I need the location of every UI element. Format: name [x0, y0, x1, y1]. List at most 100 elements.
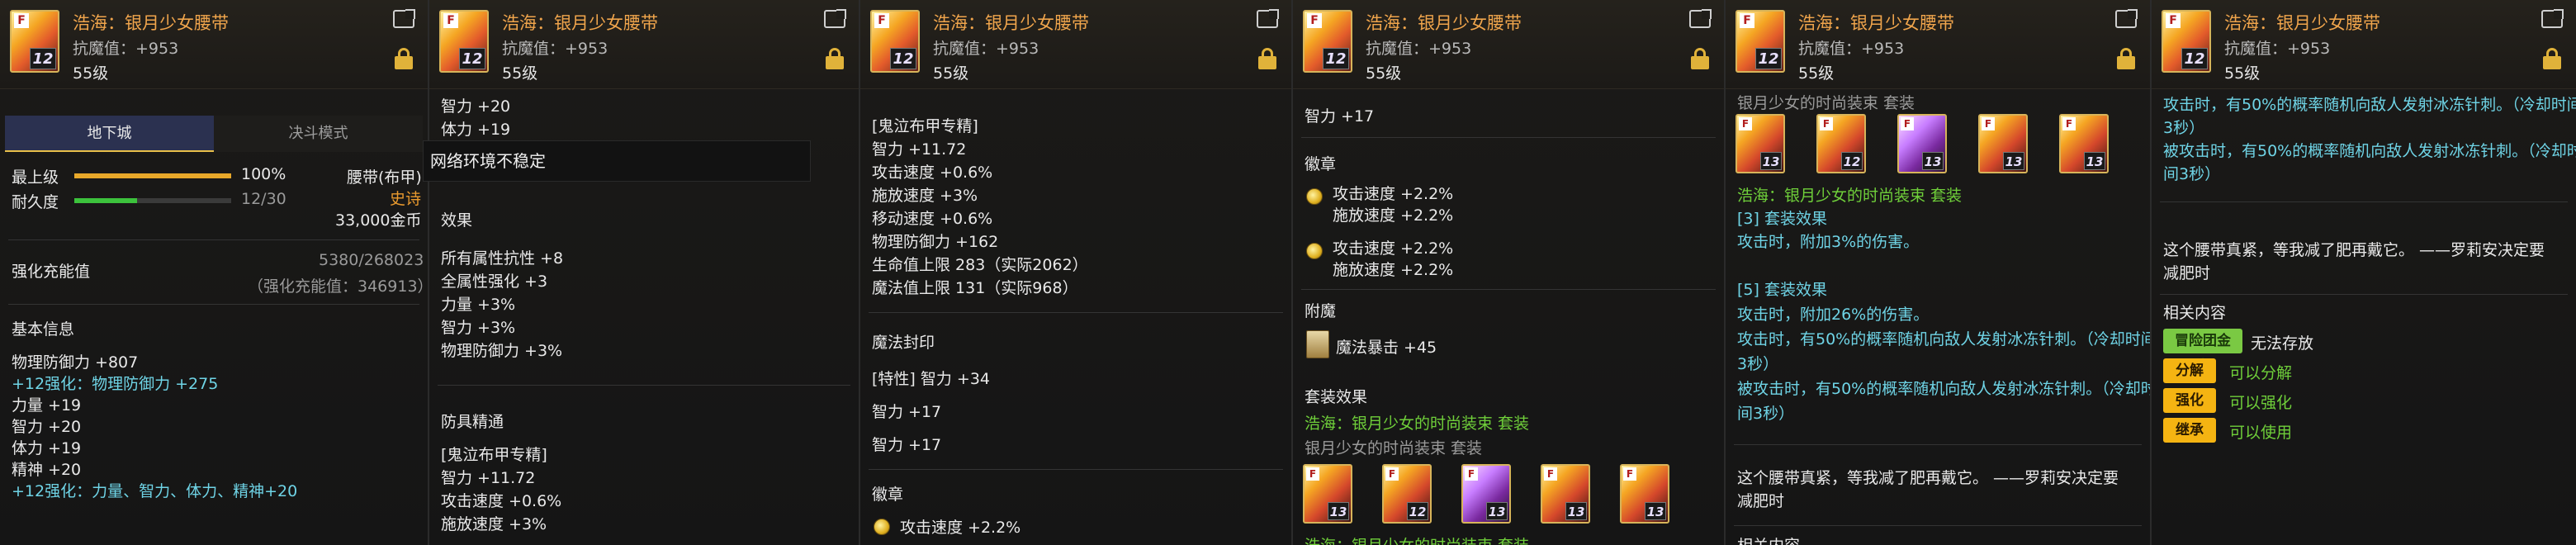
item-level: 55级 [933, 64, 969, 83]
lock-icon[interactable] [1258, 48, 1276, 69]
magic-seal-label: 魔法封印 [872, 334, 935, 352]
mode-tabs: 地下城 决斗模式 [5, 116, 423, 152]
emblem-label: 徽章 [1305, 155, 1337, 173]
fame-badge-icon: F [14, 13, 29, 28]
fame-badge-icon: F [1739, 117, 1752, 130]
set5-line: 3秒） [1737, 355, 1779, 373]
set-item-icon[interactable]: F 12 [1816, 114, 1866, 173]
related-tag[interactable]: 继承 [2163, 418, 2216, 443]
set-item-icon[interactable]: F 12 [1382, 464, 1432, 524]
fame-badge-icon: F [2062, 117, 2076, 130]
set-subname: 银月少女的时尚装束 套装 [1305, 439, 1483, 457]
mastery-line: 魔法值上限 131（实际968） [872, 279, 1078, 297]
tooltip-panel-3: F 12 浩海：银月少女腰带 抗魔值：+953 55级 [鬼泣布甲专精] 智力 +… [860, 0, 1293, 545]
emblem-stat: 施放速度 +2.2% [1333, 261, 1454, 279]
related-status: 可以分解 [2229, 364, 2293, 382]
flavor-text: 这个腰带真紧，等我减了肥再戴它。 ——罗莉安决定要 [2163, 241, 2545, 259]
related-tag[interactable]: 冒险团金库 [2163, 329, 2242, 374]
emblem-icon [874, 519, 890, 535]
set-item-icon[interactable]: F 13 [1620, 464, 1669, 524]
item-level: 55级 [502, 64, 538, 83]
related-label: 相关内容 [2163, 304, 2227, 322]
set-name: 浩海：银月少女的时尚装束 套装 [1305, 533, 1529, 545]
share-icon[interactable] [1689, 10, 1711, 28]
divider [2160, 294, 2568, 295]
item-name: 浩海：银月少女腰带 [1366, 13, 1522, 33]
related-status: 无法存放 [2251, 334, 2314, 353]
mastery-line: [鬼泣布甲专精] [441, 446, 547, 464]
item-name: 浩海：银月少女腰带 [933, 13, 1089, 33]
panel-body: [鬼泣布甲专精] 智力 +11.72 攻击速度 +0.6% 施放速度 +3% 移动速度 … [860, 89, 1291, 545]
mastery-line: 移动速度 +0.6% [872, 210, 993, 228]
item-level-badge: 12 [1407, 502, 1428, 520]
max-level-label: 最上级 [12, 168, 59, 187]
set-item-icon[interactable]: F 13 [1541, 464, 1590, 524]
tab-pvp[interactable]: 决斗模式 [214, 116, 423, 152]
basic-info-line: 物理防御力 +807 [12, 353, 139, 372]
stat-line: 智力 +17 [1305, 107, 1375, 126]
set-item-icon[interactable]: F 13 [1461, 464, 1511, 524]
fame-badge-icon: F [874, 13, 889, 28]
share-icon[interactable] [824, 10, 845, 28]
item-level-badge: 12 [1841, 152, 1863, 170]
flavor-text: 这个腰带真紧，等我减了肥再戴它。 ——罗莉安决定要 [1737, 469, 2119, 487]
item-level: 55级 [73, 64, 109, 83]
effect-line: 所有属性抗性 +8 [441, 249, 564, 268]
mastery-line: 施放速度 +3% [872, 187, 978, 205]
set-item-icon[interactable]: F 13 [1897, 114, 1947, 173]
set5-line: 攻击时，有50%的概率随机向敌人发射冰冻针刺。（冷却时间 [2163, 96, 2576, 114]
panel-body: 攻击时，有50%的概率随机向敌人发射冰冻针刺。（冷却时间 3秒） 被攻击时，有50%… [2152, 89, 2576, 545]
set-item-icon[interactable]: F 13 [1735, 114, 1785, 173]
item-level: 55级 [2224, 64, 2261, 83]
enchant-label: 附魔 [1305, 302, 1337, 320]
item-header: F 12 浩海：银月少女腰带 抗魔值：+953 55级 [429, 0, 859, 89]
item-header: F 12 浩海：银月少女腰带 抗魔值：+953 55级 [2152, 0, 2576, 89]
panel-body: 银月少女的时尚装束 套装 F 13 F 12 F 13 F 13 F 13 浩海：银月少女的时尚装… [1726, 89, 2150, 545]
mastery-line: 施放速度 +3% [441, 515, 547, 533]
item-icon: F 12 [870, 10, 920, 73]
share-icon[interactable] [2541, 10, 2563, 28]
divider [1301, 137, 1716, 138]
item-level-badge: 13 [1486, 502, 1508, 520]
lock-icon[interactable] [395, 48, 413, 69]
item-level-badge: 13 [1922, 152, 1944, 170]
basic-info-line: 体力 +19 [12, 439, 82, 457]
set5-line: 被攻击时，有50%的概率随机向敌人发射冰冻针刺。（冷却时 [1737, 380, 2152, 398]
set-item-icon[interactable]: F 13 [2059, 114, 2109, 173]
share-icon[interactable] [2115, 10, 2137, 28]
fame-badge-icon: F [1306, 467, 1319, 481]
set3-line: 攻击时，附加3%的伤害。 [1737, 233, 1920, 251]
divider [438, 385, 850, 386]
tab-dungeon[interactable]: 地下城 [5, 116, 214, 152]
basic-info-line: 精神 +20 [12, 461, 82, 479]
fame-badge-icon: F [1544, 467, 1557, 481]
lock-icon[interactable] [2117, 48, 2135, 69]
item-magic-resist: 抗魔值：+953 [1798, 40, 1905, 58]
lock-icon[interactable] [826, 48, 844, 69]
set-subname: 银月少女的时尚装束 套装 [1737, 94, 1915, 112]
item-icon: F 12 [2162, 10, 2211, 73]
mastery-line: [鬼泣布甲专精] [872, 117, 978, 135]
set-effect-label: 套装效果 [1305, 388, 1368, 406]
share-icon[interactable] [393, 10, 414, 28]
item-level-badge: 13 [1760, 152, 1782, 170]
magic-seal-line: [特性] 智力 +34 [872, 370, 991, 388]
related-tag[interactable]: 分解 [2163, 358, 2216, 383]
fame-badge-icon: F [443, 13, 458, 28]
set-name: 浩海：银月少女的时尚装束 套装 [1305, 415, 1530, 433]
amplify-label: 强化充能值 [12, 263, 91, 281]
item-magic-resist: 抗魔值：+953 [2224, 40, 2331, 58]
emblem-stat: 攻击速度 +2.2% [1333, 185, 1454, 203]
related-tag[interactable]: 强化 [2163, 388, 2216, 413]
set5-line: 间3秒） [2163, 165, 2221, 183]
lock-icon[interactable] [2543, 48, 2561, 69]
set-item-icon[interactable]: F 13 [1303, 464, 1352, 524]
lock-icon[interactable] [1691, 48, 1709, 69]
fame-badge-icon: F [1901, 117, 1914, 130]
share-icon[interactable] [1257, 10, 1278, 28]
divider [8, 239, 419, 240]
durability-label: 耐久度 [12, 193, 59, 211]
set5-line: 3秒） [2163, 119, 2205, 137]
amplify-sub: （强化充能值：346913） [248, 277, 429, 296]
set-item-icon[interactable]: F 13 [1978, 114, 2028, 173]
